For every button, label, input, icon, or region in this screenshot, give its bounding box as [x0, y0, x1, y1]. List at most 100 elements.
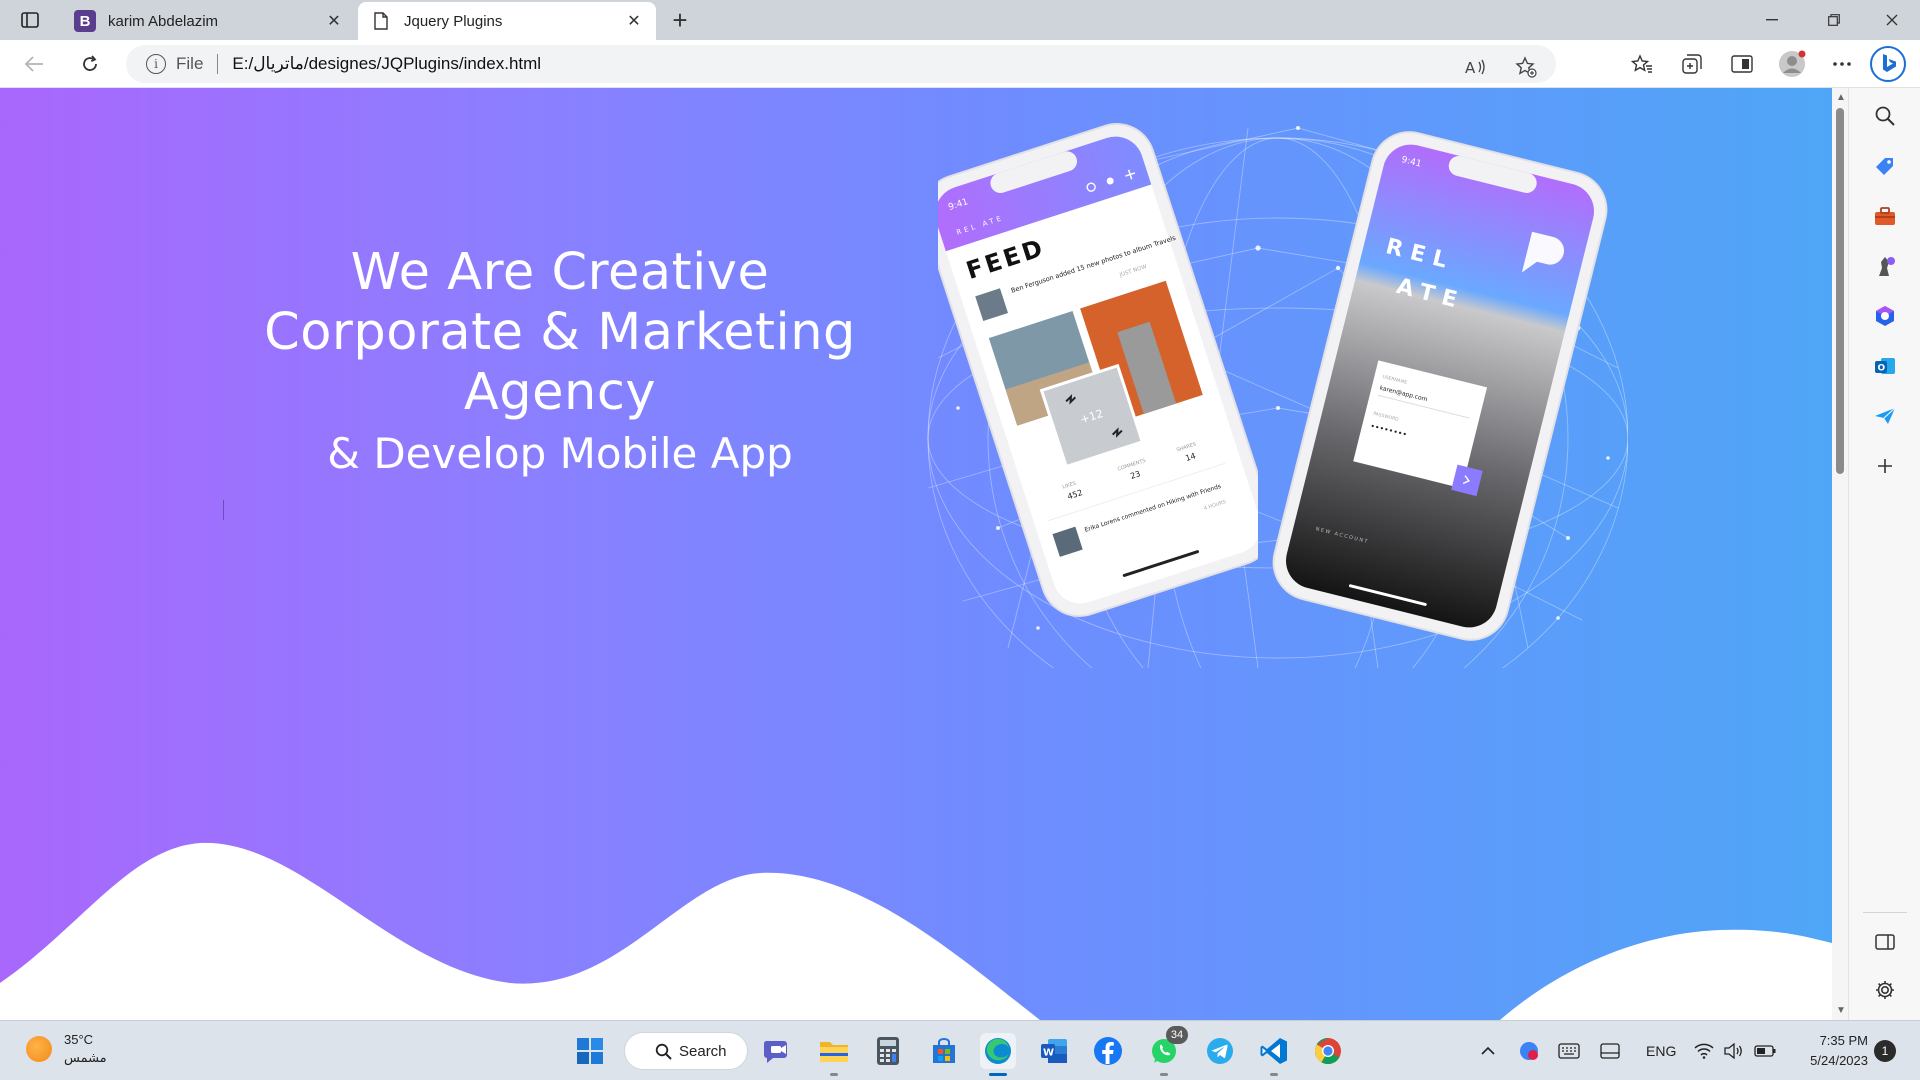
arrow-left-icon: [24, 56, 43, 72]
site-info-icon[interactable]: i: [146, 54, 166, 74]
telegram-button[interactable]: [1202, 1033, 1238, 1069]
volume-button[interactable]: [1724, 1021, 1744, 1080]
touch-keyboard-button[interactable]: [1558, 1021, 1580, 1080]
vscode-button[interactable]: [1256, 1033, 1292, 1076]
system-clock[interactable]: 7:35 PM 5/24/2023: [1778, 1031, 1868, 1071]
microsoft-store-button[interactable]: [926, 1033, 962, 1069]
scroll-up-arrow-icon[interactable]: ▲: [1836, 92, 1846, 103]
facebook-icon: [1094, 1037, 1122, 1065]
bing-icon: [1870, 46, 1906, 82]
start-button[interactable]: [572, 1033, 608, 1069]
tray-app-icon: [1520, 1042, 1538, 1060]
running-indicator: [830, 1073, 838, 1076]
tab-bar: B karim Abdelazim ✕ Jquery Plugins ✕ +: [0, 0, 1920, 40]
pen-menu-button[interactable]: [1600, 1021, 1620, 1080]
read-aloud-icon: A: [1465, 59, 1485, 76]
page-scrollbar[interactable]: ▲ ▼: [1832, 88, 1848, 1020]
address-bar[interactable]: i File E:/ماتريال/designes/JQPlugins/ind…: [126, 45, 1556, 83]
shopping-tag-icon: [1876, 158, 1893, 175]
new-tab-button[interactable]: +: [664, 6, 696, 34]
office-icon: [1876, 306, 1894, 326]
toolbox-icon: [1875, 207, 1895, 225]
settings-more-button[interactable]: [1826, 48, 1858, 80]
outlook-icon: O: [1875, 358, 1895, 374]
sidebar-drop-button[interactable]: [1867, 398, 1903, 434]
restore-button[interactable]: [1806, 0, 1862, 40]
page-icon: [370, 10, 392, 32]
plus-icon: [1878, 459, 1892, 473]
taskbar-search[interactable]: Search: [624, 1032, 748, 1070]
star-add-icon: [1515, 56, 1537, 78]
weather-widget[interactable]: 35°C مشمس: [26, 1031, 107, 1067]
chat-icon: [763, 1041, 787, 1063]
tab-actions-button[interactable]: [12, 6, 48, 34]
svg-text:O: O: [1878, 364, 1886, 374]
refresh-button[interactable]: [74, 48, 106, 80]
tab-close-button[interactable]: ✕: [320, 7, 348, 35]
close-window-button[interactable]: [1864, 0, 1920, 40]
read-aloud-button[interactable]: A: [1460, 51, 1492, 83]
paper-plane-icon: [1875, 407, 1896, 424]
word-button[interactable]: W: [1036, 1033, 1072, 1069]
sidebar-microsoft365-button[interactable]: [1867, 298, 1903, 334]
tray-overflow-button[interactable]: [1480, 1021, 1496, 1080]
folder-icon: [820, 1042, 848, 1062]
clock-time: 7:35 PM: [1819, 1033, 1868, 1048]
sidebar-tools-button[interactable]: [1867, 198, 1903, 234]
sidebar-divider: [1863, 912, 1907, 913]
teams-chat-button[interactable]: [760, 1033, 796, 1069]
add-favorite-button[interactable]: [1510, 51, 1542, 83]
speaker-icon: [1724, 1043, 1742, 1059]
sidebar-add-button[interactable]: [1867, 448, 1903, 484]
sidebar-settings-button[interactable]: [1867, 972, 1903, 1008]
bootstrap-favicon-icon: B: [74, 10, 96, 32]
collections-button[interactable]: [1676, 48, 1708, 80]
search-icon: [1875, 106, 1895, 126]
chess-piece-icon: [1879, 257, 1895, 276]
facebook-button[interactable]: [1090, 1033, 1126, 1069]
battery-button[interactable]: [1754, 1021, 1776, 1080]
minimize-icon: [1766, 19, 1778, 21]
sidebar-games-button[interactable]: [1867, 248, 1903, 284]
windows-taskbar: 35°C مشمس Search W 34 ENG 7:35 PM 5/24/2…: [0, 1020, 1920, 1080]
weather-temp: 35°C: [64, 1032, 94, 1047]
back-button[interactable]: [18, 48, 50, 80]
favorites-icon: [1631, 54, 1652, 73]
sidebar-outlook-button[interactable]: O: [1867, 348, 1903, 384]
tab-jquery-plugins[interactable]: Jquery Plugins ✕: [358, 2, 656, 40]
minimize-button[interactable]: [1744, 0, 1800, 40]
tab-title: karim Abdelazim: [108, 12, 219, 30]
scroll-down-arrow-icon[interactable]: ▼: [1836, 1005, 1846, 1016]
tab-actions-icon: [21, 12, 39, 28]
chevron-up-icon: [1481, 1046, 1495, 1055]
language-indicator[interactable]: ENG: [1646, 1021, 1676, 1080]
notification-badge[interactable]: 1: [1874, 1040, 1896, 1062]
scroll-thumb[interactable]: [1836, 108, 1844, 474]
sidebar-hide-button[interactable]: [1867, 924, 1903, 960]
panel-icon: [1875, 934, 1895, 950]
edge-taskbar-button[interactable]: [980, 1033, 1016, 1076]
running-indicator: [989, 1073, 1007, 1076]
tray-app-button[interactable]: [1518, 1021, 1540, 1080]
chrome-button[interactable]: [1310, 1033, 1346, 1069]
network-button[interactable]: [1694, 1021, 1714, 1080]
restore-icon: [1828, 14, 1840, 26]
battery-icon: [1754, 1045, 1776, 1057]
tablet-icon: [1600, 1043, 1620, 1059]
favorites-button[interactable]: [1626, 48, 1658, 80]
calculator-icon: [877, 1037, 899, 1065]
word-icon: W: [1041, 1039, 1067, 1063]
profile-button[interactable]: [1776, 48, 1808, 80]
calculator-button[interactable]: [870, 1033, 906, 1069]
bing-chat-button[interactable]: [1868, 44, 1908, 84]
tab-karim[interactable]: B karim Abdelazim ✕: [62, 2, 356, 40]
whatsapp-button[interactable]: 34: [1146, 1026, 1188, 1076]
sidebar-shopping-button[interactable]: [1867, 148, 1903, 184]
running-indicator: [1160, 1073, 1168, 1076]
tab-close-button[interactable]: ✕: [620, 7, 648, 35]
url-text[interactable]: E:/ماتريال/designes/JQPlugins/index.html: [232, 54, 541, 74]
split-screen-button[interactable]: [1726, 48, 1758, 80]
file-explorer-button[interactable]: [816, 1033, 852, 1076]
gear-icon: [1876, 981, 1894, 999]
sidebar-search-button[interactable]: [1867, 98, 1903, 134]
